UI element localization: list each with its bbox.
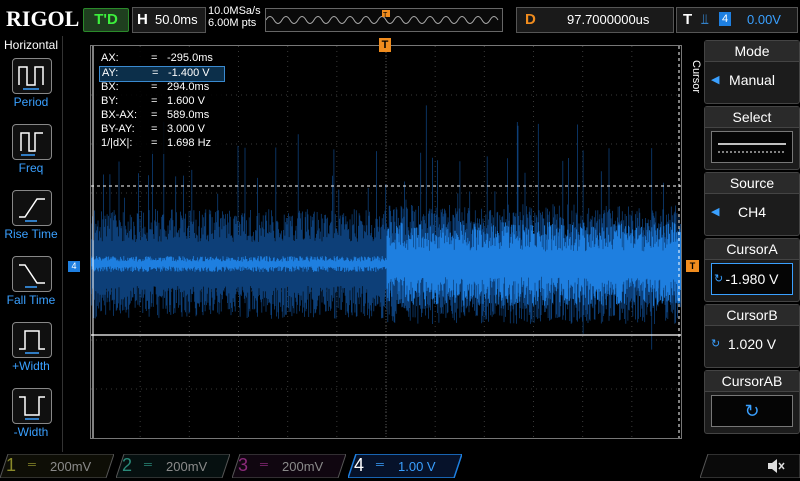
measure-fall-time-label: Fall Time <box>6 293 56 307</box>
cursor-menu-title: Cursor <box>690 60 702 94</box>
trigger-channel-badge: 4 <box>719 12 731 26</box>
cursor-b-head: CursorB <box>705 305 799 326</box>
delay-display[interactable]: D 97.7000000us <box>516 7 674 33</box>
cursor-mode-head: Mode <box>705 41 799 62</box>
channel-3-number: 3 <box>238 455 249 475</box>
measure-menu: Horizontal Period Freq Rise Time Fall Ti… <box>0 36 63 452</box>
channel-1-scale: 200mV <box>50 459 92 474</box>
cursor-b-value-row: ↻ 1.020 V <box>705 326 799 362</box>
brand-logo: RIGOL <box>6 6 80 31</box>
trigger-label: T <box>683 11 693 28</box>
pos-width-icon <box>12 322 52 358</box>
trigger-level-marker[interactable]: T <box>686 260 699 272</box>
channel-3-scale: 200mV <box>282 459 324 474</box>
channel-offset-marker[interactable]: 4 <box>68 261 80 272</box>
trigger-level-value: 0.00V <box>747 12 781 27</box>
cursor-ab-head: CursorAB <box>705 371 799 392</box>
memory-depth: 6.00M pts <box>208 17 257 29</box>
dc-coupling-icon: ═ <box>260 459 268 471</box>
cursor-source-value: CH4 <box>737 204 766 220</box>
speaker-mute-icon[interactable] <box>766 456 786 476</box>
cursor-row-ax: AX: = -295.0ms <box>101 52 213 64</box>
cursor-row-bx-ax: BX-AX: = 589.0ms <box>101 109 210 121</box>
fall-time-icon <box>12 256 52 292</box>
freq-icon <box>12 124 52 160</box>
measure-rise-time[interactable]: Rise Time <box>0 186 62 250</box>
channel-2-tab[interactable]: 2 ═ 200mV <box>116 454 230 478</box>
cursor-row-by-ay: BY-AY: = 3.000 V <box>101 123 205 135</box>
horizontal-timebase[interactable]: H 50.0ms <box>132 7 206 33</box>
channel-1-tab[interactable]: 1 ═ 200mV <box>0 454 114 478</box>
sample-rate: 10.0MSa/s <box>208 5 261 17</box>
cursor-row-ay: AY: = -1.400 V <box>99 66 225 82</box>
channel-3-tab[interactable]: 3 ═ 200mV <box>232 454 346 478</box>
memory-overview-waveform[interactable]: T <box>265 8 503 32</box>
cursor-mode-value: Manual <box>729 72 775 88</box>
channel-2-number: 2 <box>122 455 133 475</box>
rotate-knob-icon: ↻ <box>711 338 721 350</box>
measure-neg-width[interactable]: -Width <box>0 384 62 448</box>
dc-coupling-icon: ═ <box>376 459 384 471</box>
rotate-knob-icon: ↻ <box>744 401 760 421</box>
cursor-ab-value-row: ↻ <box>711 395 793 427</box>
cursor-row-by: BY: = 1.600 V <box>101 95 205 107</box>
cursor-ab-softkey[interactable]: CursorAB ↻ <box>704 370 800 434</box>
trigger-settings[interactable]: T ⫫ 4 0.00V <box>676 7 798 33</box>
channel-bar: 1 ═ 200mV 2 ═ 200mV 3 ═ 200mV 4 ═ 1.00 V <box>0 452 800 480</box>
cursor-row-inv-dx: 1/|dX|: = 1.698 Hz <box>101 137 212 149</box>
cursor-source-value-row: ◀ CH4 <box>705 194 799 230</box>
acquisition-info: 10.0MSa/s 6.00M pts <box>208 5 261 29</box>
cursor-a-head: CursorA <box>705 239 799 260</box>
horizontal-label: H <box>137 11 148 28</box>
measure-neg-width-label: -Width <box>13 425 49 439</box>
measure-rise-time-label: Rise Time <box>4 227 58 241</box>
trigger-status-badge: T'D <box>83 8 129 32</box>
rise-time-icon <box>12 190 52 226</box>
measure-freq-label: Freq <box>18 161 44 175</box>
horizontal-scale-value: 50.0ms <box>155 12 198 27</box>
cursor-a-value-row: ↻ -1.980 V <box>711 263 793 295</box>
triangle-left-icon: ◀ <box>711 74 720 86</box>
measure-pos-width[interactable]: +Width <box>0 318 62 382</box>
cursor-select-softkey[interactable]: Select <box>704 106 800 170</box>
cursor-mode-softkey[interactable]: Mode ◀ Manual <box>704 40 800 104</box>
measure-period-label: Period <box>13 95 49 109</box>
trigger-position-marker[interactable]: T <box>379 38 391 52</box>
triangle-left-icon: ◀ <box>711 206 720 218</box>
cursor-a-softkey[interactable]: CursorA ↻ -1.980 V <box>704 238 800 302</box>
dc-coupling-icon: ═ <box>28 459 36 471</box>
channel-1-number: 1 <box>6 455 17 475</box>
channel-4-scale: 1.00 V <box>398 459 436 474</box>
cursor-b-softkey[interactable]: CursorB ↻ 1.020 V <box>704 304 800 368</box>
measure-period[interactable]: Period <box>0 54 62 118</box>
cursor-source-softkey[interactable]: Source ◀ CH4 <box>704 172 800 236</box>
cursor-mode-value-row: ◀ Manual <box>705 62 799 98</box>
rotate-knob-icon: ↻ <box>714 273 724 285</box>
period-icon <box>12 58 52 94</box>
delay-label: D <box>525 11 536 28</box>
cursor-a-value: -1.980 V <box>725 271 779 287</box>
cursor-b-value: 1.020 V <box>727 336 777 352</box>
cursor-row-bx: BX: = 294.0ms <box>101 81 210 93</box>
measure-menu-title: Horizontal <box>3 38 59 52</box>
trigger-edge-icon: ⫫ <box>701 11 709 27</box>
channel-2-scale: 200mV <box>166 459 208 474</box>
measure-freq[interactable]: Freq <box>0 120 62 184</box>
svg-text:T: T <box>383 12 388 19</box>
measure-fall-time[interactable]: Fall Time <box>0 252 62 316</box>
cursor-readout-panel: AX: = -295.0ms AY: = -1.400 V BX: = 294.0ms BY… <box>95 50 225 154</box>
measure-pos-width-label: +Width <box>12 359 50 373</box>
cursor-source-head: Source <box>705 173 799 194</box>
delay-value: 97.7000000us <box>567 12 650 27</box>
channel-4-number: 4 <box>354 455 365 475</box>
cursor-select-head: Select <box>705 107 799 128</box>
dc-coupling-icon: ═ <box>144 459 152 471</box>
cursor-select-lines-icon <box>711 131 793 163</box>
neg-width-icon <box>12 388 52 424</box>
top-status-bar: RIGOL T'D H 50.0ms 10.0MSa/s 6.00M pts T… <box>0 0 800 36</box>
channel-4-tab[interactable]: 4 ═ 1.00 V <box>348 454 462 478</box>
